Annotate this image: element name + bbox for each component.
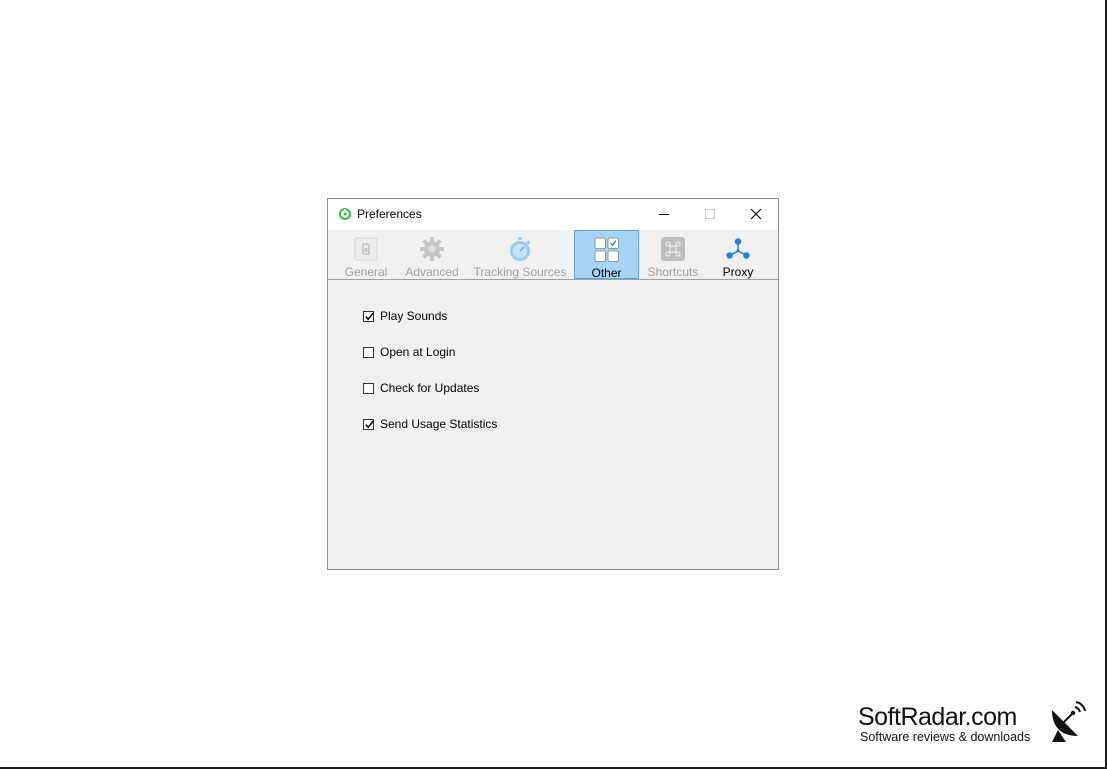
- title-bar[interactable]: Preferences: [328, 199, 778, 230]
- tab-proxy[interactable]: Proxy: [713, 230, 763, 279]
- open-at-login-label: Open at Login: [380, 345, 456, 359]
- tab-tracking-sources[interactable]: Tracking Sources: [472, 230, 568, 279]
- tab-general[interactable]: General: [339, 230, 393, 279]
- play-sounds-checkbox[interactable]: [363, 310, 374, 322]
- tab-other-label: Other: [591, 266, 622, 280]
- check-for-updates-label: Check for Updates: [380, 381, 480, 395]
- watermark-subtitle: Software reviews & downloads: [860, 730, 1031, 744]
- command-key-icon: [660, 236, 686, 262]
- check-for-updates-option[interactable]: Check for Updates: [363, 379, 479, 397]
- checkmark-icon: [365, 419, 374, 428]
- tab-advanced[interactable]: Advanced: [403, 230, 461, 279]
- maximize-icon: [705, 209, 715, 219]
- satellite-dish-icon: [1048, 700, 1088, 747]
- preferences-toolbar: General Advanced Tracking Sources Other …: [328, 230, 778, 280]
- play-sounds-label: Play Sounds: [380, 309, 448, 323]
- checkmark-icon: [365, 311, 374, 320]
- app-icon: [338, 207, 352, 221]
- send-usage-statistics-checkbox[interactable]: [363, 418, 374, 430]
- softradar-watermark: SoftRadar.com Software reviews & downloa…: [858, 700, 1088, 750]
- open-at-login-option[interactable]: Open at Login: [363, 343, 455, 361]
- stopwatch-icon: [507, 236, 533, 262]
- minimize-button[interactable]: [641, 199, 687, 229]
- watermark-title: SoftRadar.com: [858, 703, 1017, 731]
- check-for-updates-checkbox[interactable]: [363, 382, 374, 394]
- play-sounds-option[interactable]: Play Sounds: [363, 307, 447, 325]
- tab-general-label: General: [344, 265, 388, 279]
- tab-shortcuts[interactable]: Shortcuts: [644, 230, 702, 279]
- maximize-button[interactable]: [687, 199, 733, 229]
- window-title: Preferences: [357, 207, 422, 221]
- tab-other[interactable]: Other: [574, 230, 639, 280]
- tab-proxy-label: Proxy: [722, 265, 754, 279]
- general-icon: [353, 236, 379, 262]
- send-usage-statistics-option[interactable]: Send Usage Statistics: [363, 415, 497, 433]
- tab-advanced-label: Advanced: [405, 265, 459, 279]
- other-preferences-panel: Play Sounds Open at Login Check for Upda…: [328, 280, 778, 569]
- preferences-window: Preferences General Advanced Tracking So…: [327, 198, 779, 570]
- network-icon: [725, 236, 751, 262]
- open-at-login-checkbox[interactable]: [363, 346, 374, 358]
- grid-check-icon: [594, 237, 620, 263]
- close-icon: [750, 208, 762, 220]
- tab-tracking-sources-label: Tracking Sources: [473, 265, 567, 279]
- tab-shortcuts-label: Shortcuts: [647, 265, 699, 279]
- close-button[interactable]: [733, 199, 779, 229]
- minimize-icon: [659, 214, 669, 215]
- gear-icon: [419, 236, 445, 262]
- send-usage-statistics-label: Send Usage Statistics: [380, 417, 498, 431]
